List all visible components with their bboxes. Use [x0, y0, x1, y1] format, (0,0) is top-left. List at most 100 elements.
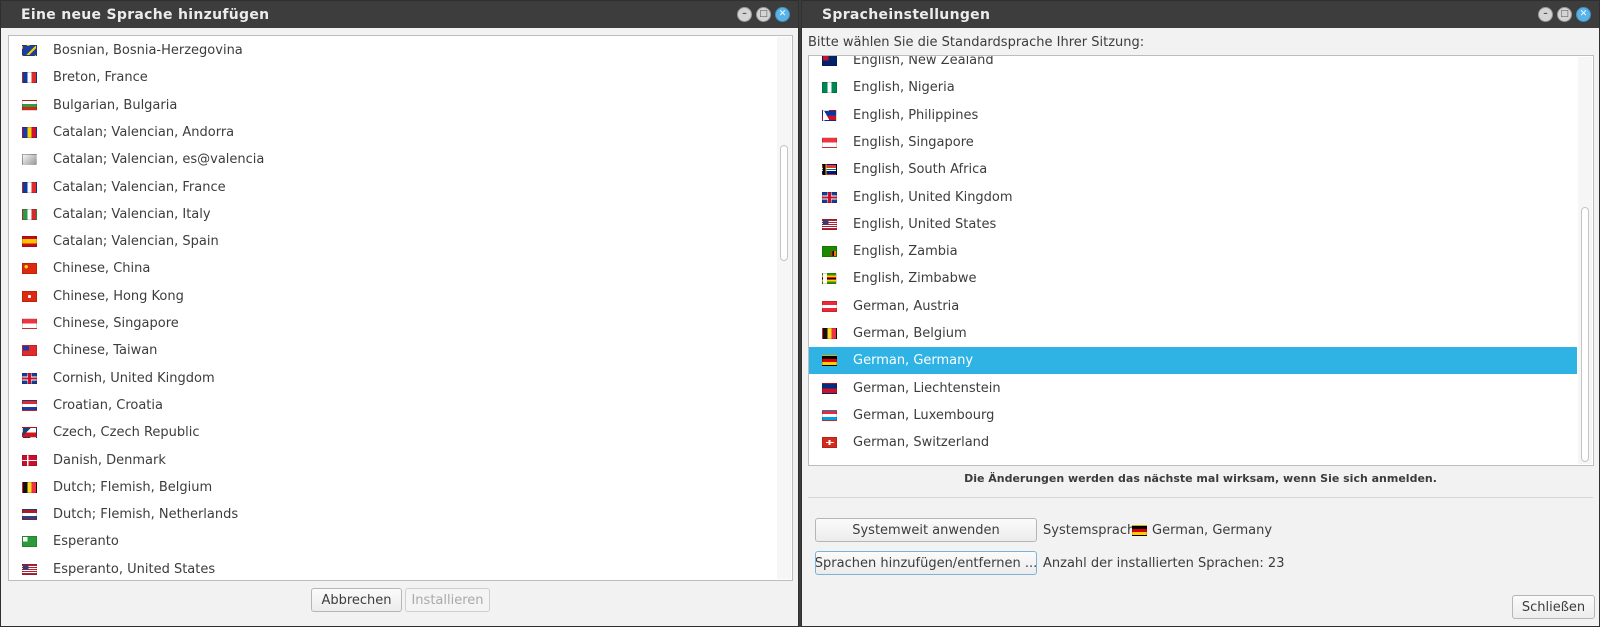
united-kingdom-flag-icon: [822, 191, 837, 203]
language-list-item[interactable]: Dutch; Flemish, Netherlands: [9, 501, 776, 528]
generic-flag-icon: [22, 154, 37, 166]
minimize-icon[interactable]: –: [737, 7, 752, 22]
switzerland-flag-icon: [822, 437, 837, 449]
bosnia-flag-icon: [22, 45, 37, 56]
add-language-titlebar[interactable]: Eine neue Sprache hinzufügen – □ ✕: [1, 1, 798, 28]
language-list-item[interactable]: Catalan; Valencian, es@valencia: [9, 146, 776, 173]
language-label: English, Philippines: [853, 107, 979, 123]
south-africa-flag-icon: [822, 164, 837, 176]
united-states-flag-icon: [822, 218, 837, 230]
default-language-prompt: Bitte wählen Sie die Standardsprache Ihr…: [808, 35, 1145, 50]
language-list-item[interactable]: Croatian, Croatia: [9, 392, 776, 419]
language-label: English, Zimbabwe: [853, 271, 977, 287]
minimize-icon[interactable]: –: [1538, 7, 1553, 22]
spain-flag-icon: [22, 236, 37, 248]
language-list-item[interactable]: German, Switzerland: [809, 429, 1577, 456]
language-list-item[interactable]: Danish, Denmark: [9, 447, 776, 474]
language-list-item[interactable]: Esperanto, United States: [9, 556, 776, 580]
language-list-item[interactable]: Chinese, Hong Kong: [9, 283, 776, 310]
language-list-item[interactable]: Czech, Czech Republic: [9, 419, 776, 446]
maximize-icon[interactable]: □: [1557, 7, 1572, 22]
language-label: German, Liechtenstein: [853, 380, 1001, 396]
maximize-icon[interactable]: □: [756, 7, 771, 22]
language-list-item[interactable]: Cornish, United Kingdom: [9, 365, 776, 392]
language-list-item[interactable]: Esperanto: [9, 528, 776, 555]
language-label: Chinese, Singapore: [53, 316, 179, 331]
apply-system-wide-button[interactable]: Systemweit anwenden: [815, 518, 1037, 542]
italy-flag-icon: [22, 208, 37, 220]
language-label: Dutch; Flemish, Belgium: [53, 479, 213, 495]
belgium-flag-icon: [22, 481, 37, 493]
language-label: English, Singapore: [853, 134, 974, 150]
language-list-item[interactable]: Chinese, Taiwan: [9, 337, 776, 364]
austria-flag-icon: [822, 300, 837, 312]
language-label: English, United Kingdom: [853, 189, 1013, 205]
scrollbar-thumb[interactable]: [780, 145, 788, 261]
language-label: Czech, Czech Republic: [53, 425, 200, 441]
language-label: English, United States: [853, 216, 997, 232]
language-list-item[interactable]: German, Germany: [809, 347, 1577, 375]
language-label: Catalan; Valencian, es@valencia: [53, 152, 265, 168]
separator: [808, 497, 1593, 498]
language-list-item[interactable]: Catalan; Valencian, Italy: [9, 201, 776, 228]
language-list-item[interactable]: English, Nigeria: [809, 74, 1577, 101]
zambia-flag-icon: [822, 246, 837, 258]
germany-flag-icon: [1132, 525, 1147, 536]
language-label: Catalan; Valencian, France: [53, 179, 226, 195]
session-languages-list[interactable]: English, New Zealand English, Nigeria Engl…: [808, 55, 1594, 466]
scrollbar-thumb[interactable]: [1581, 207, 1589, 462]
add-remove-languages-button[interactable]: Sprachen hinzufügen/entfernen ...: [815, 551, 1037, 575]
language-label: Esperanto, United States: [53, 561, 216, 577]
language-list-item[interactable]: German, Luxembourg: [809, 402, 1577, 429]
language-label: Croatian, Croatia: [53, 397, 163, 413]
installed-languages-count: Anzahl der installierten Sprachen: 23: [1043, 556, 1285, 571]
language-label: Esperanto: [53, 534, 119, 550]
scrollbar[interactable]: [1578, 57, 1592, 464]
language-list-item[interactable]: German, Liechtenstein: [809, 375, 1577, 402]
nigeria-flag-icon: [822, 82, 837, 94]
language-list-item[interactable]: Catalan; Valencian, Andorra: [9, 119, 776, 146]
close-button[interactable]: Schließen: [1512, 595, 1595, 619]
language-list-item[interactable]: Breton, France: [9, 64, 776, 91]
cancel-button[interactable]: Abbrechen: [311, 588, 402, 612]
france-flag-icon: [22, 72, 37, 84]
united-states-flag-icon: [22, 563, 37, 575]
esperanto-flag-icon: [22, 536, 37, 548]
netherlands-flag-icon: [22, 509, 37, 521]
language-list-item[interactable]: Chinese, Singapore: [9, 310, 776, 337]
close-icon[interactable]: ✕: [1576, 7, 1591, 22]
language-list-item[interactable]: English, Zimbabwe: [809, 265, 1577, 292]
germany-flag-icon: [822, 355, 837, 367]
language-list-item[interactable]: Chinese, China: [9, 255, 776, 282]
language-label: Bulgarian, Bulgaria: [53, 97, 178, 113]
language-list-item[interactable]: German, Austria: [809, 293, 1577, 320]
close-icon[interactable]: ✕: [775, 7, 790, 22]
language-label: English, Zambia: [853, 244, 958, 260]
language-list-item[interactable]: English, Philippines: [809, 102, 1577, 129]
language-list-item[interactable]: Bulgarian, Bulgaria: [9, 92, 776, 119]
language-list-item[interactable]: English, Zambia: [809, 238, 1577, 265]
language-label: Danish, Denmark: [53, 452, 166, 468]
language-list-item[interactable]: English, New Zealand: [809, 56, 1577, 74]
language-list-item[interactable]: Catalan; Valencian, France: [9, 174, 776, 201]
available-languages-list[interactable]: Bosnian, Bosnia-Herzegovina Breton, Franc…: [8, 35, 793, 581]
liechtenstein-flag-icon: [822, 382, 837, 394]
language-list-item[interactable]: English, Singapore: [809, 129, 1577, 156]
language-label: Cornish, United Kingdom: [53, 370, 215, 386]
united-kingdom-flag-icon: [22, 372, 37, 384]
china-flag-icon: [22, 263, 37, 275]
language-list-item[interactable]: Bosnian, Bosnia-Herzegovina: [9, 37, 776, 64]
language-list-item[interactable]: English, United Kingdom: [809, 184, 1577, 211]
language-list-item[interactable]: English, South Africa: [809, 156, 1577, 183]
language-settings-titlebar[interactable]: Spracheinstellungen – □ ✕: [802, 1, 1599, 28]
language-list-item[interactable]: Dutch; Flemish, Belgium: [9, 474, 776, 501]
scrollbar[interactable]: [777, 37, 791, 579]
system-language-label: Systemsprache: [1043, 523, 1144, 538]
language-list-item[interactable]: English, United States: [809, 211, 1577, 238]
language-list-item[interactable]: German, Belgium: [809, 320, 1577, 347]
install-button[interactable]: Installieren: [405, 588, 490, 612]
luxembourg-flag-icon: [822, 409, 837, 421]
language-list-item[interactable]: Catalan; Valencian, Spain: [9, 228, 776, 255]
window-title: Eine neue Sprache hinzufügen: [21, 6, 270, 23]
language-label: Catalan; Valencian, Italy: [53, 206, 211, 222]
